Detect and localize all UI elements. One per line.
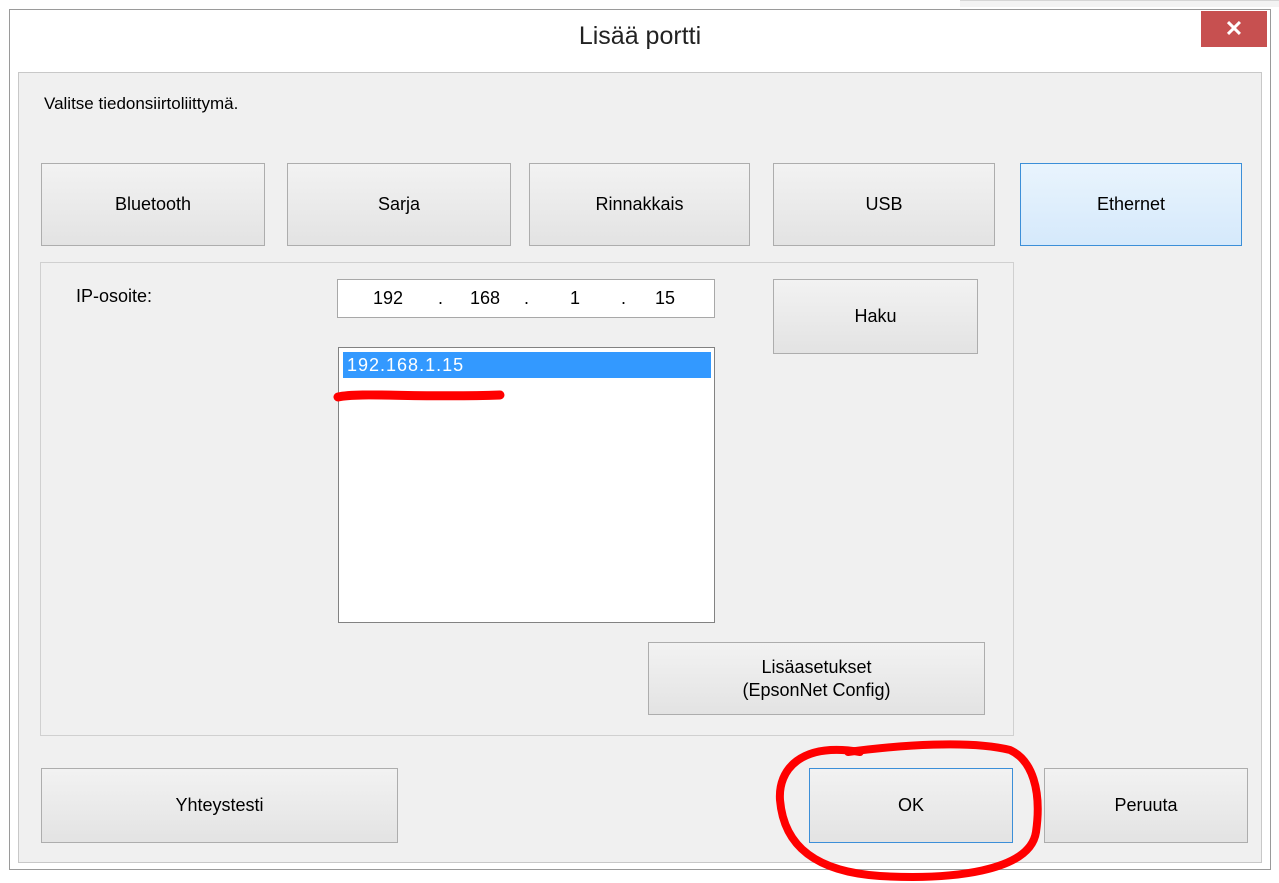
- connection-test-label: Yhteystesti: [175, 795, 264, 816]
- advanced-settings-sublabel: (EpsonNet Config): [742, 679, 891, 700]
- close-button[interactable]: ✕: [1201, 11, 1267, 47]
- interface-button-label: Ethernet: [1096, 194, 1166, 215]
- dialog-title: Lisää portti: [578, 22, 702, 50]
- device-list[interactable]: 192.168.1.15: [338, 347, 715, 623]
- interface-serial-button[interactable]: Sarja: [287, 163, 511, 246]
- cancel-button[interactable]: Peruuta: [1044, 768, 1248, 843]
- list-item[interactable]: 192.168.1.15: [343, 352, 711, 378]
- ip-octet-1[interactable]: 192: [373, 288, 403, 309]
- ip-octet-2[interactable]: 168: [470, 288, 500, 309]
- advanced-settings-button[interactable]: Lisäasetukset (EpsonNet Config): [648, 642, 985, 715]
- connection-test-button[interactable]: Yhteystesti: [41, 768, 398, 843]
- ok-button[interactable]: OK: [809, 768, 1013, 843]
- ip-separator: .: [524, 288, 530, 308]
- interface-button-label: Sarja: [377, 194, 421, 215]
- interface-parallel-button[interactable]: Rinnakkais: [529, 163, 750, 246]
- search-button[interactable]: Haku: [773, 279, 978, 354]
- advanced-settings-label: Lisäasetukset: [761, 657, 872, 677]
- interface-button-label: Rinnakkais: [595, 194, 684, 215]
- instruction-text: Valitse tiedonsiirtoliittymä.: [44, 94, 239, 113]
- search-button-label: Haku: [854, 306, 897, 327]
- ip-octet-4[interactable]: 15: [655, 288, 675, 309]
- ok-button-label: OK: [897, 795, 924, 816]
- interface-ethernet-button[interactable]: Ethernet: [1020, 163, 1242, 246]
- interface-usb-button[interactable]: USB: [773, 163, 995, 246]
- ip-octet-3[interactable]: 1: [570, 288, 580, 309]
- close-icon: ✕: [1224, 16, 1244, 41]
- ip-separator: .: [438, 288, 444, 308]
- ip-address-field[interactable]: 192 . 168 . 1 . 15: [337, 279, 715, 318]
- ip-address-label: IP-osoite:: [76, 286, 153, 306]
- background-window-edge: [960, 0, 1279, 7]
- interface-bluetooth-button[interactable]: Bluetooth: [41, 163, 265, 246]
- title-bar: Lisää portti ✕: [10, 10, 1270, 72]
- interface-button-label: USB: [865, 194, 903, 215]
- interface-button-label: Bluetooth: [114, 194, 192, 215]
- ip-separator: .: [621, 288, 627, 308]
- cancel-button-label: Peruuta: [1114, 795, 1178, 816]
